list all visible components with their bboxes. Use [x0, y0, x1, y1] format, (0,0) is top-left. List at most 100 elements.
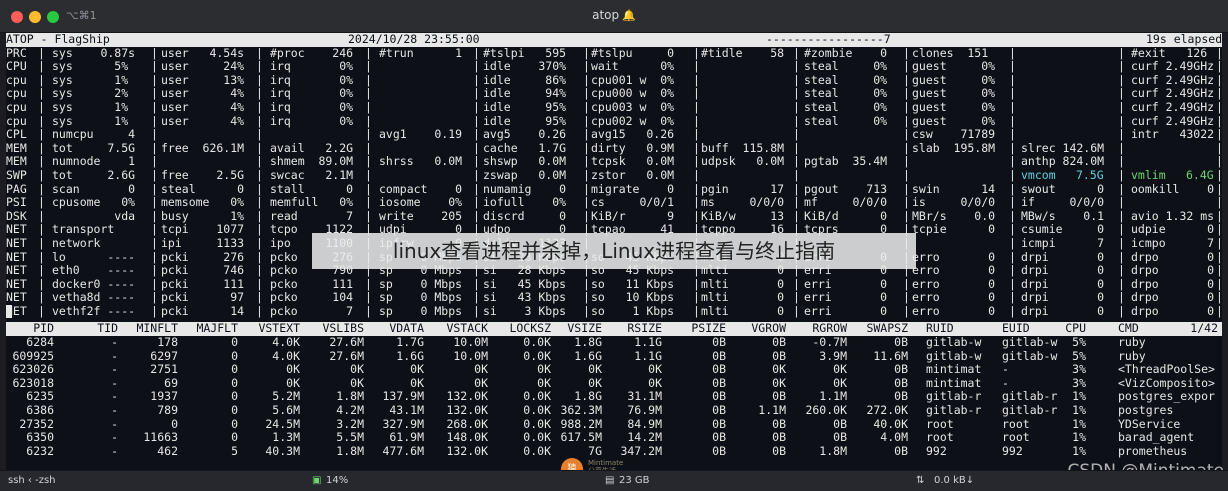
stat-value: avg15 0.26	[591, 127, 675, 142]
stat-value: idle 95%	[483, 113, 567, 128]
process-cell: 0B	[772, 416, 786, 431]
stat-line-label: MEM	[6, 140, 27, 155]
process-cell: 31.1M	[627, 389, 662, 404]
process-cell: 14.2M	[627, 430, 662, 445]
column-separator: |	[256, 127, 263, 142]
stat-value: scan 0	[52, 181, 136, 196]
process-cell: gitlab-w	[1002, 335, 1058, 350]
column-header[interactable]: PSIZE	[691, 322, 726, 336]
column-header[interactable]: CPU	[1065, 322, 1086, 336]
column-header[interactable]: SWAPSZ	[866, 322, 908, 336]
process-row[interactable]: 6284 - 178 0 4.0K 27.6M 1.7G 10.0M 0.0K 1.8G 1.1G 0…	[6, 335, 1222, 350]
process-row[interactable]: 6232 - 462 5 40.3M 1.8M 477.6M 132.0K 0.0K 7G 347.…	[6, 443, 1222, 459]
column-header[interactable]: VGROW	[751, 322, 786, 336]
column-separator: |	[38, 249, 45, 264]
process-cell: 7G	[588, 443, 602, 458]
column-header[interactable]: 1/42	[1190, 322, 1218, 336]
column-separator: |	[1118, 181, 1125, 196]
column-separator: |	[473, 167, 480, 182]
column-separator: |	[365, 208, 372, 223]
column-separator: |	[1118, 154, 1125, 169]
column-header[interactable]: VDATA	[389, 322, 424, 336]
process-row[interactable]: 609925 - 6297 0 4.0K 27.6M 1.6G 10.0M 0.0K 1.6G 1.…	[6, 349, 1222, 364]
process-cell: 0B	[772, 335, 786, 350]
column-header[interactable]: EUID	[1002, 322, 1030, 336]
column-separator: |	[1009, 72, 1016, 87]
process-cell: 1%	[1072, 403, 1086, 418]
process-cell: 0K	[772, 362, 786, 377]
column-separator: |	[1118, 167, 1125, 182]
column-separator: |	[151, 59, 158, 74]
stat-value: drpo 0	[1131, 249, 1215, 264]
atop-datetime: 2024/10/28 23:55:00	[348, 33, 480, 46]
column-header[interactable]: RSIZE	[627, 322, 662, 336]
column-separator: |	[793, 303, 800, 318]
column-header[interactable]: VSIZE	[567, 322, 602, 336]
stat-value: guest 0%	[912, 99, 996, 114]
process-row[interactable]: 27352 - 0 0 24.5M 3.2M 327.9M 268.0K 0.0K 988.2M 8…	[6, 416, 1222, 432]
process-cell: 0.0K	[523, 430, 551, 445]
stat-value: sys 2%	[52, 86, 129, 101]
process-row[interactable]: 623026 - 2751 0 0K 0K 0K 0K 0K 0K 0K 0B 0K 0K 0B mintim…	[6, 363, 1222, 377]
column-header[interactable]: LOCKSZ	[509, 322, 551, 336]
column-separator: |	[473, 195, 480, 210]
column-header[interactable]: VSTEXT	[258, 322, 300, 336]
stat-line-label: cpu	[6, 72, 27, 87]
stat-value: vethf2f ----	[52, 303, 136, 318]
column-separator: |	[38, 303, 45, 318]
stat-value: erro 0	[912, 263, 996, 278]
process-cell: 24.5M	[265, 416, 300, 431]
column-separator: |	[151, 303, 158, 318]
stat-value: swcac 2.1M	[270, 167, 354, 182]
column-header[interactable]: VSTACK	[446, 322, 488, 336]
stat-value: curf 2.49GHz	[1131, 59, 1215, 74]
process-cell: mintimat	[926, 362, 982, 377]
process-row[interactable]: 6350 - 11663 0 1.3M 5.5M 61.9M 148.0K 0.0K 617.5M…	[6, 431, 1222, 445]
process-cell: 0.0K	[523, 403, 551, 418]
stat-line: cpu | sys 1% | user 4% | irq 0% | | idle 95% | cpu0…	[6, 99, 1222, 115]
column-separator: |	[1118, 86, 1125, 101]
column-separator: |	[365, 303, 372, 318]
column-separator: |	[151, 72, 158, 87]
stat-value: migrate 0	[591, 181, 675, 196]
process-cell: <ThreadPoolSe>	[1118, 362, 1215, 377]
stat-value: icmpi 7	[1021, 235, 1105, 250]
process-cell: 137.9M	[382, 389, 424, 404]
process-row[interactable]: 6235 - 1937 0 5.2M 1.8M 137.9M 132.0K 0.0K 1.8G 31…	[6, 390, 1222, 404]
column-separator: |	[903, 290, 910, 305]
column-header[interactable]: CMD	[1118, 322, 1139, 336]
column-separator: |	[1118, 276, 1125, 291]
network-icon: ⇅	[916, 475, 925, 486]
column-header[interactable]: TID	[97, 322, 118, 336]
process-row[interactable]: 623018 - 69 0 0K 0K 0K 0K 0K 0K 0K 0B 0K 0K 0B mintimat…	[6, 375, 1222, 391]
process-row[interactable]: 6386 - 789 0 5.6M 4.2M 43.1M 132.0K 0.0K 362.3M 76…	[6, 403, 1222, 418]
process-cell: 992	[926, 443, 947, 458]
process-cell: 4.2M	[336, 403, 364, 418]
shell-indicator[interactable]: ssh ‹ -zsh	[8, 475, 56, 486]
stat-line: cpu | sys 2% | user 4% | irq 0% | | idle 94% | cpu0…	[6, 87, 1222, 101]
column-header[interactable]: PID	[33, 322, 54, 336]
column-separator: |	[365, 290, 372, 305]
window-titlebar: ⌥⌘1 atop 🔔	[0, 0, 1228, 33]
column-separator: |	[793, 154, 800, 169]
column-separator: |	[1118, 235, 1125, 250]
column-separator: |	[38, 72, 45, 87]
column-separator: |	[1216, 290, 1222, 305]
stat-value: avg1 0.19	[379, 127, 463, 142]
stat-value: read 7	[270, 208, 354, 223]
column-separator: |	[1118, 208, 1125, 223]
process-cell: 5.6M	[272, 403, 300, 418]
column-separator: |	[256, 195, 263, 210]
column-header[interactable]: MINFLT	[136, 322, 178, 336]
column-header[interactable]: MAJFLT	[196, 322, 238, 336]
column-separator: |	[151, 99, 158, 114]
memory-usage: 23 GB	[619, 475, 650, 486]
stat-line-label: NET	[6, 290, 27, 305]
process-cell: 0K	[588, 375, 602, 390]
column-header[interactable]: RGROW	[812, 322, 847, 336]
stat-value: idle 370%	[483, 59, 567, 74]
column-header[interactable]: VSLIBS	[322, 322, 364, 336]
stat-line-label: NET	[6, 249, 27, 264]
column-separator: |	[38, 99, 45, 114]
column-header[interactable]: RUID	[926, 322, 954, 336]
